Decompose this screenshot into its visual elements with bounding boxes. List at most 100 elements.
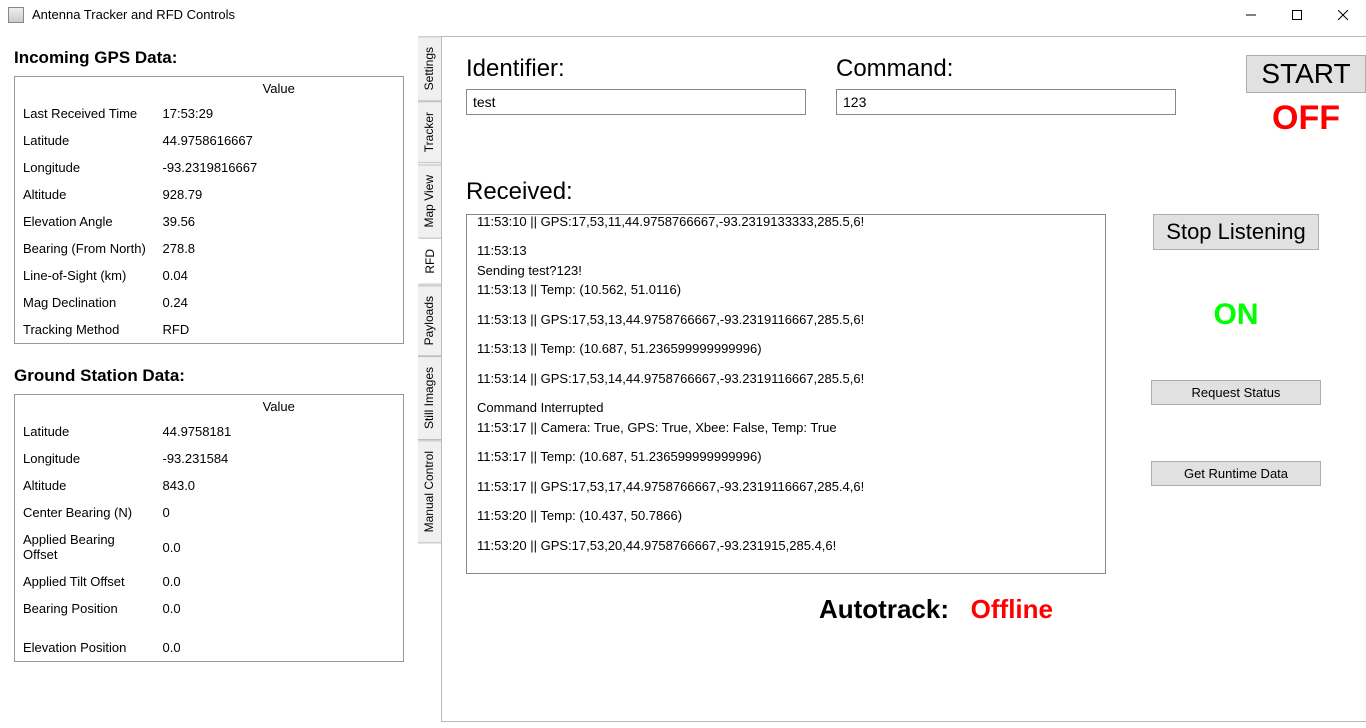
gps-heading: Incoming GPS Data:: [14, 48, 404, 68]
row-value: 44.9758616667: [155, 127, 404, 154]
tab-manual-control[interactable]: Manual Control: [418, 440, 442, 543]
row-label: Mag Declination: [15, 289, 155, 316]
table-row: Latitude44.9758616667: [15, 127, 404, 154]
row-label: Elevation Position: [15, 622, 155, 662]
log-entry: 11:53:17 || Temp: (10.687, 51.2365999999…: [477, 447, 1095, 467]
tab-settings[interactable]: Settings: [418, 36, 442, 101]
autotrack-row: Autotrack: Offline: [466, 594, 1366, 625]
table-row: Applied Bearing Offset0.0: [15, 526, 404, 568]
row-label: Altitude: [15, 181, 155, 208]
tab-payloads[interactable]: Payloads: [418, 285, 442, 356]
row-value: 278.8: [155, 235, 404, 262]
autotrack-label: Autotrack:: [819, 594, 949, 624]
row-label: Last Received Time: [15, 100, 155, 127]
row-value: 0: [155, 499, 404, 526]
table-row: Last Received Time17:53:29: [15, 100, 404, 127]
start-button[interactable]: START: [1246, 55, 1365, 93]
table-row: Line-of-Sight (km)0.04: [15, 262, 404, 289]
log-entry: 11:53:20 || GPS:17,53,20,44.9758766667,-…: [477, 536, 1095, 556]
log-entry: 11:53:13 || Temp: (10.687, 51.2365999999…: [477, 339, 1095, 359]
titlebar: Antenna Tracker and RFD Controls: [0, 0, 1366, 30]
row-value: -93.231584: [155, 445, 404, 472]
row-value: 843.0: [155, 472, 404, 499]
received-label: Received:: [466, 178, 1366, 206]
minimize-button[interactable]: [1228, 0, 1274, 30]
row-label: Altitude: [15, 472, 155, 499]
ground-value-header: Value: [155, 395, 404, 419]
close-button[interactable]: [1320, 0, 1366, 30]
table-row: Altitude843.0: [15, 472, 404, 499]
tab-tracker[interactable]: Tracker: [418, 101, 442, 163]
row-value: 0.0: [155, 622, 404, 662]
gps-table: Value Last Received Time17:53:29Latitude…: [14, 76, 404, 344]
row-value: 928.79: [155, 181, 404, 208]
get-runtime-button[interactable]: Get Runtime Data: [1151, 461, 1321, 486]
autotrack-status: Offline: [971, 594, 1053, 624]
table-row: Mag Declination0.24: [15, 289, 404, 316]
row-label: Elevation Angle: [15, 208, 155, 235]
log-entry: Command Interrupted 11:53:17 || Camera: …: [477, 398, 1095, 437]
row-value: 0.04: [155, 262, 404, 289]
close-icon: [1338, 10, 1348, 20]
row-label: Longitude: [15, 154, 155, 181]
row-value: -93.2319816667: [155, 154, 404, 181]
table-row: Latitude44.9758181: [15, 418, 404, 445]
row-value: 17:53:29: [155, 100, 404, 127]
log-entry: 11:53:13 Sending test?123! 11:53:13 || T…: [477, 241, 1095, 300]
table-row: Altitude928.79: [15, 181, 404, 208]
maximize-icon: [1292, 10, 1302, 20]
table-row: Elevation Angle39.56: [15, 208, 404, 235]
row-label: Bearing (From North): [15, 235, 155, 262]
left-panel: Incoming GPS Data: Value Last Received T…: [0, 30, 418, 728]
table-row: Longitude-93.231584: [15, 445, 404, 472]
table-row: Bearing Position0.0: [15, 595, 404, 622]
minimize-icon: [1246, 10, 1256, 20]
table-row: Applied Tilt Offset0.0: [15, 568, 404, 595]
log-entry: 11:53:14 || GPS:17,53,14,44.9758766667,-…: [477, 369, 1095, 389]
tab-still-images[interactable]: Still Images: [418, 356, 442, 440]
listen-status: ON: [1214, 298, 1259, 332]
log-entry: 11:53:17 || GPS:17,53,17,44.9758766667,-…: [477, 477, 1095, 497]
log-entry: 11:53:13 || GPS:17,53,13,44.9758766667,-…: [477, 310, 1095, 330]
ground-heading: Ground Station Data:: [14, 366, 404, 386]
stop-listening-button[interactable]: Stop Listening: [1153, 214, 1318, 250]
row-label: Latitude: [15, 418, 155, 445]
row-label: Center Bearing (N): [15, 499, 155, 526]
row-value: 0.0: [155, 568, 404, 595]
row-label: Longitude: [15, 445, 155, 472]
table-row: Bearing (From North)278.8: [15, 235, 404, 262]
row-label: Applied Bearing Offset: [15, 526, 155, 568]
log-entry: 11:53:10 || GPS:17,53,11,44.9758766667,-…: [477, 214, 1095, 231]
tab-map-view[interactable]: Map View: [418, 164, 442, 238]
received-log[interactable]: 11:53:10 || Temp: (10.5, 50.9)11:53:10 |…: [466, 214, 1106, 574]
row-label: Latitude: [15, 127, 155, 154]
table-row: Tracking MethodRFD: [15, 316, 404, 344]
tab-rfd[interactable]: RFD: [418, 238, 442, 285]
tab-strip: SettingsTrackerMap ViewRFDPayloadsStill …: [418, 36, 442, 728]
start-status: OFF: [1272, 99, 1340, 138]
gps-value-header: Value: [155, 77, 404, 101]
row-value: 44.9758181: [155, 418, 404, 445]
request-status-button[interactable]: Request Status: [1151, 380, 1321, 405]
row-value: 0.0: [155, 526, 404, 568]
app-icon: [8, 7, 24, 23]
command-input[interactable]: [836, 89, 1176, 115]
identifier-input[interactable]: [466, 89, 806, 115]
window-title: Antenna Tracker and RFD Controls: [32, 7, 235, 22]
row-value: 0.0: [155, 595, 404, 622]
ground-table: Value Latitude44.9758181Longitude-93.231…: [14, 394, 404, 662]
row-label: Tracking Method: [15, 316, 155, 344]
identifier-label: Identifier:: [466, 55, 806, 83]
table-row: Longitude-93.2319816667: [15, 154, 404, 181]
command-label: Command:: [836, 55, 1176, 83]
row-value: 0.24: [155, 289, 404, 316]
row-label: Bearing Position: [15, 595, 155, 622]
rfd-panel: Identifier: Command: START OFF Received:…: [441, 36, 1366, 722]
row-label: Line-of-Sight (km): [15, 262, 155, 289]
table-row: Center Bearing (N)0: [15, 499, 404, 526]
row-value: RFD: [155, 316, 404, 344]
row-value: 39.56: [155, 208, 404, 235]
maximize-button[interactable]: [1274, 0, 1320, 30]
log-entry: 11:53:20 || Temp: (10.437, 50.7866): [477, 506, 1095, 526]
row-label: Applied Tilt Offset: [15, 568, 155, 595]
